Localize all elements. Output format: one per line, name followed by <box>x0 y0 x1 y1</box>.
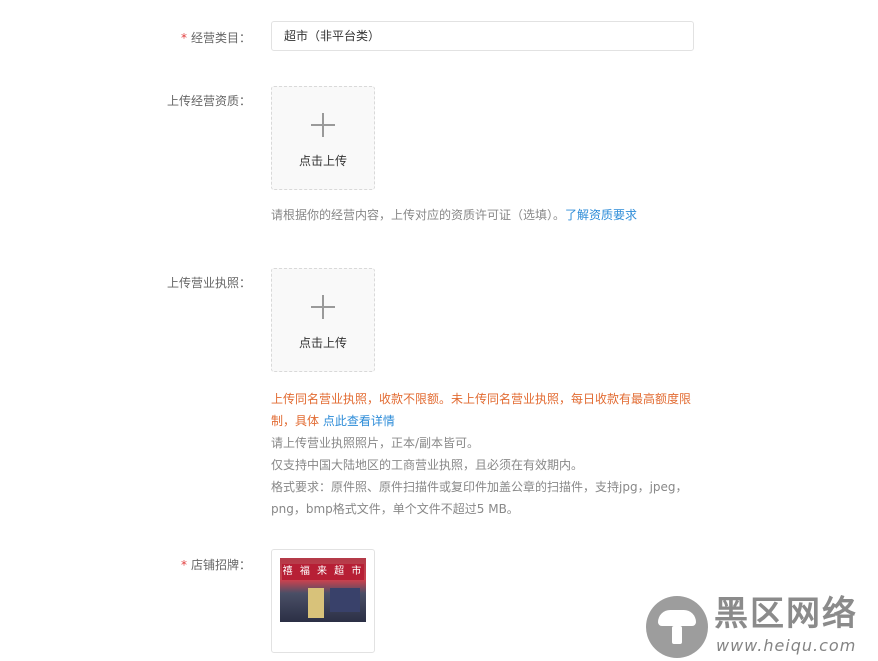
qualification-label: 上传经营资质： <box>166 94 251 108</box>
qualification-hint: 请根据你的经营内容，上传对应的资质许可证（选填）。了解资质要求 <box>271 208 638 222</box>
license-label: 上传营业执照： <box>166 276 251 290</box>
license-note: 请上传营业执照照片，正本/副本皆可。 <box>271 436 480 450</box>
license-notes: 上传同名营业执照，收款不限额。未上传同名营业执照，每日收款有最高额度限 制，具体… <box>271 388 701 520</box>
business-category-select[interactable]: 超市（非平台类） <box>271 21 694 51</box>
license-warning-line2: 制，具体 点此查看详情 <box>271 414 395 428</box>
license-note: png，bmp格式文件，单个文件不超过5 MB。 <box>271 502 519 516</box>
license-note: 格式要求：原件照、原件扫描件或复印件加盖公章的扫描件，支持jpg，jpeg， <box>271 480 688 494</box>
qualification-upload-button[interactable]: 点击上传 <box>271 86 375 190</box>
plus-icon <box>311 113 335 137</box>
required-mark: * <box>180 558 187 572</box>
license-details-link[interactable]: 点此查看详情 <box>323 414 395 428</box>
required-mark: * <box>180 31 187 45</box>
license-note: 仅支持中国大陆地区的工商营业执照，且必须在有效期内。 <box>271 458 584 472</box>
license-warning-line1: 上传同名营业执照，收款不限额。未上传同名营业执照，每日收款有最高额度限 <box>271 392 692 406</box>
storefront-sign: 禧 福 来 超 市 <box>282 564 364 580</box>
storefront-photo: 禧 福 来 超 市 <box>280 558 366 622</box>
business-category-value: 超市（非平台类） <box>284 29 381 43</box>
storefront-photo-upload[interactable]: 禧 福 来 超 市 <box>271 549 375 653</box>
upload-text: 点击上传 <box>298 154 347 168</box>
plus-icon <box>311 295 335 319</box>
site-watermark: 黑区网络 www.heiqu.com <box>646 594 874 658</box>
watermark-url: www.heiqu.com <box>716 636 857 655</box>
qualification-requirements-link[interactable]: 了解资质要求 <box>565 208 637 222</box>
storefront-door <box>308 588 324 618</box>
license-upload-button[interactable]: 点击上传 <box>271 268 375 372</box>
storefront-window <box>330 588 360 612</box>
business-category-label: * 经营类目： <box>180 31 251 45</box>
watermark-title: 黑区网络 <box>714 594 858 634</box>
upload-text: 点击上传 <box>298 336 347 350</box>
storefront-label: * 店铺招牌： <box>180 558 251 572</box>
mushroom-logo-icon <box>646 596 708 658</box>
